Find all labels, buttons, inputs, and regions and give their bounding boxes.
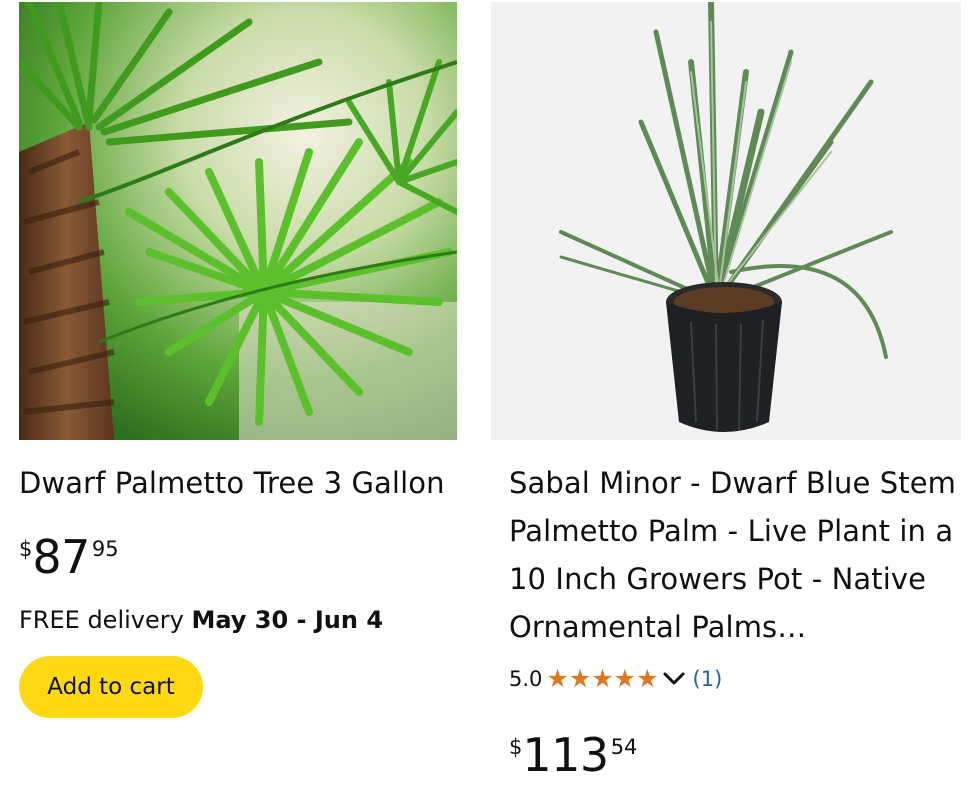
chevron-down-icon[interactable]	[663, 672, 685, 686]
star-icon: ★	[568, 664, 592, 693]
rating-row: 5.0 ★ ★ ★ ★ ★ (1)	[509, 664, 722, 694]
price-fraction: 95	[91, 537, 119, 561]
palmetto-photo	[19, 2, 457, 440]
price-whole: 87	[32, 530, 90, 584]
product-title[interactable]: Sabal Minor - Dwarf Blue Stem Palmetto P…	[509, 459, 957, 651]
product-image[interactable]	[491, 2, 961, 440]
add-to-cart-button[interactable]: Add to cart	[19, 656, 203, 718]
delivery-dates: May 30 - Jun 4	[191, 606, 384, 634]
product-image[interactable]	[19, 2, 457, 440]
product-title[interactable]: Dwarf Palmetto Tree 3 Gallon	[19, 459, 445, 507]
price-whole: 113	[522, 728, 609, 782]
rating-count-link[interactable]: (1)	[693, 667, 723, 691]
product-price: $ 87 95	[19, 530, 119, 584]
product-grid: Dwarf Palmetto Tree 3 Gallon $ 87 95 FRE…	[0, 0, 968, 788]
price-fraction: 54	[610, 735, 638, 759]
star-icon: ★	[591, 664, 614, 693]
delivery-prefix: FREE delivery	[19, 606, 192, 634]
delivery-info: FREE delivery May 30 - Jun 4	[19, 602, 383, 638]
star-icon: ★	[613, 664, 637, 693]
star-icon: ★	[636, 664, 659, 693]
star-rating[interactable]: ★ ★ ★ ★ ★	[546, 664, 658, 694]
product-card: Dwarf Palmetto Tree 3 Gallon $ 87 95 FRE…	[19, 0, 459, 718]
product-card: Sabal Minor - Dwarf Blue Stem Palmetto P…	[491, 0, 961, 782]
product-price: $ 113 54	[509, 728, 637, 782]
rating-score: 5.0	[509, 667, 543, 691]
potted-palm-photo	[491, 2, 961, 440]
star-icon: ★	[546, 664, 569, 693]
price-symbol: $	[509, 735, 523, 759]
price-symbol: $	[19, 537, 33, 561]
